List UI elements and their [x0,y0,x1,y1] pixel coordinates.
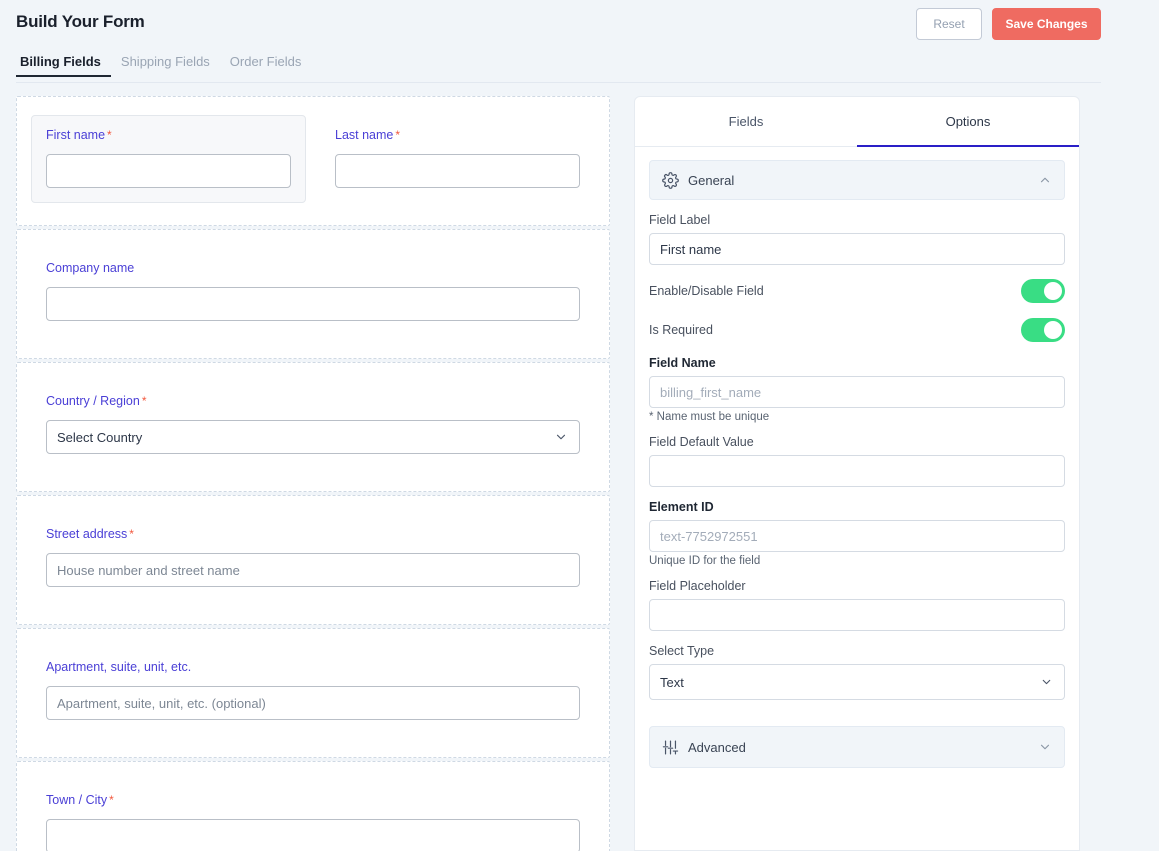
field-row: Town / City * [16,761,610,851]
preview-field-street-address[interactable]: Street address * [31,514,595,602]
field-placeholder-input[interactable] [649,599,1065,631]
enable-disable-field-toggle[interactable] [1021,279,1065,303]
field-row: Company name [16,229,610,359]
chevron-up-icon [1038,173,1052,187]
accordion-advanced-title: Advanced [688,739,746,755]
main-tab-bar: Billing Fields Shipping Fields Order Fie… [0,54,1159,82]
save-changes-button[interactable]: Save Changes [992,8,1101,40]
tab-bar-divider [16,82,1101,83]
panel-tab-options[interactable]: Options [857,97,1079,147]
reset-button[interactable]: Reset [916,8,982,40]
field-row: Street address * [16,495,610,625]
gear-icon [662,171,679,189]
accordion-advanced[interactable]: Advanced [649,726,1065,768]
preview-field-company-name[interactable]: Company name [31,248,595,336]
required-marker: * [129,527,134,541]
select-type-select[interactable] [649,664,1065,700]
page-title: Build Your Form [16,12,145,31]
enable-disable-field-label: Enable/Disable Field [649,284,764,298]
toggle-knob [1044,321,1062,339]
select-type-label: Select Type [649,644,715,658]
form-builder: First name * Last name * Company name Coun… [0,96,1159,851]
field-name-input[interactable] [649,376,1065,408]
preview-label-last-name: Last name * [335,128,401,142]
page-header: Build Your Form Reset Save Changes [0,0,1159,46]
preview-label-company-name: Company name [46,261,135,275]
select-type-wrapper [649,664,1065,700]
sliders-icon [662,739,679,756]
required-marker: * [395,128,401,142]
preview-label-first-name: First name * [46,128,112,142]
field-default-value-input[interactable] [649,455,1065,487]
preview-input-town-city[interactable] [46,819,580,851]
required-marker: * [109,793,114,807]
field-row: Country / Region * [16,362,610,492]
preview-field-apartment[interactable]: Apartment, suite, unit, etc. [31,647,595,735]
preview-input-apartment[interactable] [46,686,580,720]
element-id-hint: Unique ID for the field [649,555,761,567]
enable-disable-field-row: Enable/Disable Field [649,278,1065,304]
chevron-down-icon [1038,740,1052,754]
form-preview-canvas: First name * Last name * Company name Coun… [16,96,610,851]
options-panel-body: General Field Label Enable/Disable Field… [635,147,1079,850]
panel-tab-bar: Fields Options [635,97,1079,147]
element-id-label: Element ID [649,500,714,514]
preview-field-first-name[interactable]: First name * [31,115,306,203]
field-default-value-label: Field Default Value [649,435,754,449]
accordion-general[interactable]: General [649,160,1065,200]
options-panel: Fields Options General Field Label Enabl… [634,96,1080,851]
preview-input-street-address[interactable] [46,553,580,587]
header-actions: Reset Save Changes [916,8,1101,40]
element-id-input[interactable] [649,520,1065,552]
tab-shipping-fields[interactable]: Shipping Fields [111,54,220,77]
preview-select-country[interactable] [46,420,580,454]
is-required-label: Is Required [649,323,713,337]
preview-input-company-name[interactable] [46,287,580,321]
field-name-hint: * Name must be unique [649,411,770,423]
preview-field-last-name[interactable]: Last name * [320,115,595,203]
preview-label-apartment: Apartment, suite, unit, etc. [46,660,192,674]
toggle-knob [1044,282,1062,300]
is-required-toggle[interactable] [1021,318,1065,342]
preview-select-wrapper-country [46,420,580,454]
preview-field-country-region[interactable]: Country / Region * [31,381,595,469]
required-marker: * [141,394,147,408]
required-marker: * [107,128,112,142]
field-label-label: Field Label [649,213,711,227]
preview-label-town-city: Town / City * [46,793,114,807]
field-label-input[interactable] [649,233,1065,265]
field-name-label: Field Name [649,356,716,370]
preview-label-country-region: Country / Region * [46,394,147,408]
field-row: Apartment, suite, unit, etc. [16,628,610,758]
accordion-general-title: General [688,172,735,188]
preview-label-street-address: Street address * [46,527,134,541]
preview-input-first-name[interactable] [46,154,291,188]
is-required-row: Is Required [649,317,1065,343]
panel-tab-fields[interactable]: Fields [635,97,857,146]
tab-order-fields[interactable]: Order Fields [220,54,312,77]
preview-field-town-city[interactable]: Town / City * [31,780,595,851]
preview-input-last-name[interactable] [335,154,580,188]
field-row: First name * Last name * [16,96,610,226]
field-placeholder-label: Field Placeholder [649,579,746,593]
tab-billing-fields[interactable]: Billing Fields [16,54,111,77]
